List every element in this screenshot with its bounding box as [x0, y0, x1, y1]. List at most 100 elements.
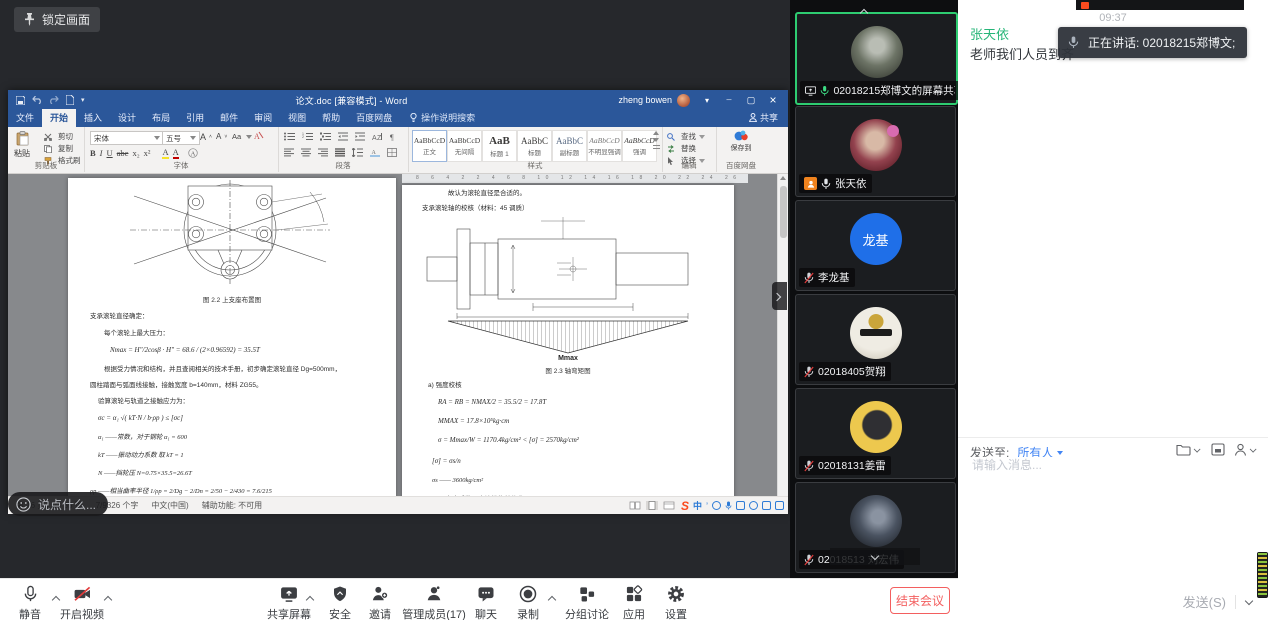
strip-scroll-up-chevron[interactable]	[860, 8, 869, 16]
style-subtitle[interactable]: AaBbC 副标题	[552, 130, 587, 162]
tab-file[interactable]: 文件	[8, 109, 42, 127]
align-center-icon[interactable]	[301, 148, 311, 157]
chat-message-input[interactable]	[970, 457, 1254, 473]
ime-emoji-icon[interactable]	[712, 501, 721, 510]
subscript-button[interactable]: x₂	[132, 148, 139, 158]
undo-icon[interactable]	[32, 96, 42, 104]
mention-member-button[interactable]	[1234, 443, 1258, 456]
cut-button[interactable]: 剪切	[44, 131, 73, 142]
paste-button[interactable]: 粘贴	[14, 131, 30, 159]
tab-home[interactable]: 开始	[42, 109, 76, 127]
ime-mic-icon[interactable]	[725, 501, 732, 510]
highlight-button[interactable]: A	[162, 147, 168, 159]
numbered-list-icon[interactable]: 12	[302, 132, 313, 141]
send-button[interactable]: 发送(S)	[1183, 592, 1226, 611]
replace-button[interactable]: 替换	[667, 143, 696, 154]
apps-button[interactable]: 应用	[616, 584, 652, 620]
font-size-select[interactable]: 五号	[162, 131, 200, 145]
file-attach-button[interactable]	[1176, 443, 1202, 456]
align-left-icon[interactable]	[284, 148, 294, 157]
decrease-indent-icon[interactable]	[338, 132, 348, 141]
close-button[interactable]	[762, 91, 784, 109]
tab-references[interactable]: 引用	[178, 109, 212, 127]
redo-icon[interactable]	[49, 96, 59, 104]
invite-button[interactable]: 邀请	[362, 584, 398, 620]
document-page-right[interactable]: 故认为滚轮直径是合适的。 支承滚轮轴的校核（材料：45 调质）	[402, 185, 734, 496]
ime-toolbox-icon[interactable]	[775, 501, 784, 510]
tab-review[interactable]: 审阅	[246, 109, 280, 127]
print-layout-icon[interactable]	[646, 501, 658, 510]
record-button[interactable]: 录制	[510, 584, 546, 620]
ime-keyboard-icon[interactable]	[736, 501, 745, 510]
security-button[interactable]: 安全	[322, 584, 358, 620]
word-titlebar[interactable]: ▾ 论文.doc [兼容模式] - Word zheng bowen	[8, 90, 788, 110]
settings-button[interactable]: 设置	[658, 584, 694, 620]
tab-insert[interactable]: 插入	[76, 109, 110, 127]
shading-icon[interactable]: A	[370, 148, 380, 157]
language-indicator[interactable]: 中文(中国)	[151, 500, 188, 511]
document-canvas[interactable]: 图 2.2 上支座布置图 支承滚轮直径确定： 每个滚轮上最大压力： Nmax =…	[8, 174, 788, 496]
enclose-character-icon[interactable]: A	[188, 148, 198, 158]
screenshot-button[interactable]	[1211, 443, 1225, 456]
start-video-button[interactable]: 开启视频	[58, 584, 106, 620]
video-options-chevron[interactable]	[104, 595, 113, 603]
participant-tile[interactable]: 02018405贺翔	[795, 294, 956, 385]
style-heading-1[interactable]: AaB 标题 1	[482, 130, 517, 162]
ribbon-display-options-button[interactable]	[696, 91, 718, 109]
borders-icon[interactable]	[387, 148, 397, 157]
ime-mode-chinese[interactable]: 中	[693, 499, 702, 512]
tab-mailings[interactable]: 邮件	[212, 109, 246, 127]
participant-tile[interactable]: 张天依	[795, 106, 956, 197]
copy-button[interactable]: 复制	[44, 143, 73, 154]
align-right-icon[interactable]	[318, 148, 328, 157]
qat-customize-chevron[interactable]: ▾	[81, 96, 85, 104]
font-name-select[interactable]: 宋体	[90, 131, 164, 145]
tab-design[interactable]: 设计	[110, 109, 144, 127]
show-marks-icon[interactable]: ¶	[390, 132, 399, 141]
ime-punctuation[interactable]: ’	[706, 501, 708, 511]
scrollbar-thumb[interactable]	[780, 186, 787, 238]
style-title[interactable]: AaBbC 标题	[517, 130, 552, 162]
style-emphasis[interactable]: AaBbCcD 强调	[622, 130, 657, 162]
ime-skin-icon[interactable]	[762, 501, 771, 510]
tab-layout[interactable]: 布局	[144, 109, 178, 127]
strikethrough-button[interactable]: abc	[117, 148, 129, 158]
share-document-button[interactable]: 共享	[749, 111, 778, 127]
minimize-button[interactable]	[718, 91, 740, 109]
line-spacing-icon[interactable]	[352, 148, 363, 157]
font-color-button[interactable]: A	[173, 147, 179, 159]
style-normal[interactable]: AaBbCcD 正文	[412, 130, 447, 162]
style-no-spacing[interactable]: AaBbCcD 无间隔	[447, 130, 482, 162]
bullet-list-icon[interactable]	[284, 132, 295, 141]
clear-format-button[interactable]: A	[254, 131, 264, 140]
save-to-baidu-button[interactable]: 保存到	[724, 130, 758, 153]
tab-help[interactable]: 帮助	[314, 109, 348, 127]
danmaku-input[interactable]: 说点什么...	[8, 492, 108, 516]
restore-button[interactable]	[740, 91, 762, 109]
read-mode-icon[interactable]	[629, 501, 641, 510]
sort-icon[interactable]: AZ	[372, 132, 383, 141]
mute-button[interactable]: 静音	[8, 584, 52, 620]
manage-members-button[interactable]: 管理成员(17)	[400, 584, 468, 620]
end-meeting-button[interactable]: 结束会议	[890, 587, 950, 614]
styles-scroll[interactable]	[653, 131, 660, 149]
panel-collapse-handle[interactable]	[772, 282, 787, 310]
tab-view[interactable]: 视图	[280, 109, 314, 127]
participant-tile[interactable]: 02018131姜雷	[795, 388, 956, 479]
share-options-chevron[interactable]	[306, 595, 315, 603]
participant-tile[interactable]: 龙基 李龙基	[795, 200, 956, 291]
participant-tile-screenshare[interactable]: 02018215郑博文的屏幕共享	[795, 12, 958, 105]
tab-baidu-netdisk[interactable]: 百度网盘	[348, 109, 400, 127]
chat-image-cropped[interactable]	[1076, 0, 1244, 10]
shrink-font-button[interactable]: A˅	[216, 132, 227, 141]
horizontal-ruler[interactable]: 8 6 4 2 2 4 6 8 10 12 14 16 18 20 22 24 …	[402, 174, 748, 183]
strip-scroll-down-button[interactable]	[830, 548, 920, 565]
justify-icon[interactable]	[335, 148, 345, 157]
italic-button[interactable]: I	[100, 148, 103, 158]
breakout-rooms-button[interactable]: 分组讨论	[560, 584, 614, 620]
superscript-button[interactable]: x²	[144, 148, 151, 158]
find-button[interactable]: 查找	[667, 131, 705, 142]
sogou-ime-toolbar[interactable]: S 中 ’	[681, 499, 784, 513]
increase-indent-icon[interactable]	[355, 132, 365, 141]
document-page-left[interactable]: 图 2.2 上支座布置图 支承滚轮直径确定： 每个滚轮上最大压力： Nmax =…	[68, 178, 396, 496]
